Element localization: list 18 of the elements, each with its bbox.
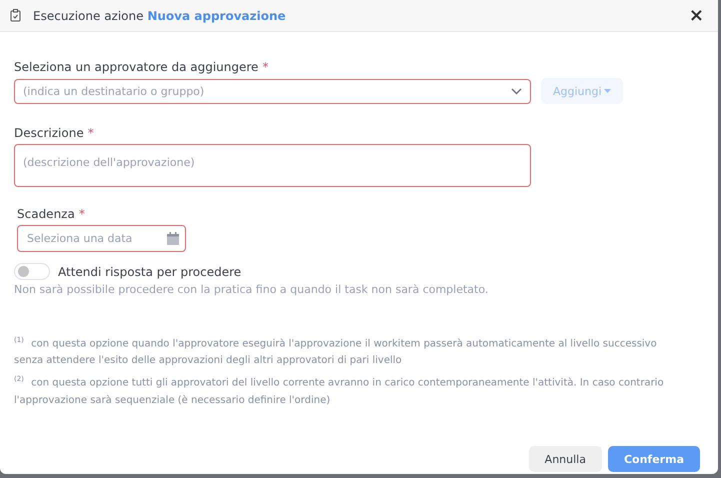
- approver-select[interactable]: (indica un destinatario o gruppo): [14, 78, 531, 104]
- deadline-label: Scadenza *: [17, 207, 86, 221]
- toggle-switch[interactable]: [14, 263, 50, 280]
- clipboard-icon: [10, 9, 21, 22]
- toggle-hint: Non sarà possibile procedere con la pratica fino a quando il task non sarà completato.: [14, 283, 490, 296]
- approver-label: Seleziona un approvatore da aggiungere *: [14, 60, 270, 74]
- confirm-button[interactable]: Conferma: [608, 446, 700, 472]
- description-label: Descrizione *: [14, 126, 95, 140]
- close-button[interactable]: ×: [684, 5, 708, 26]
- date-field[interactable]: Seleziona una data: [17, 225, 186, 252]
- dialog-title: Esecuzione azione Nuova approvazione: [33, 8, 286, 22]
- toggle-label: Attendi risposta per procedere: [58, 264, 242, 278]
- caret-icon: [604, 89, 611, 93]
- calendar-icon: [167, 232, 179, 245]
- footnote: $^{(2)}$ con questa opzione tutti gli approvatori del livello corrente avranno in carico contemporaneamente l'attività. In caso contrario l'approvazione sarà sequenziale (è necessario definire l'ordine): [14, 374, 665, 408]
- chevron-down-icon: [511, 88, 522, 94]
- cancel-button[interactable]: Annulla: [528, 446, 602, 472]
- description-field[interactable]: (descrizione dell'approvazione): [14, 144, 531, 187]
